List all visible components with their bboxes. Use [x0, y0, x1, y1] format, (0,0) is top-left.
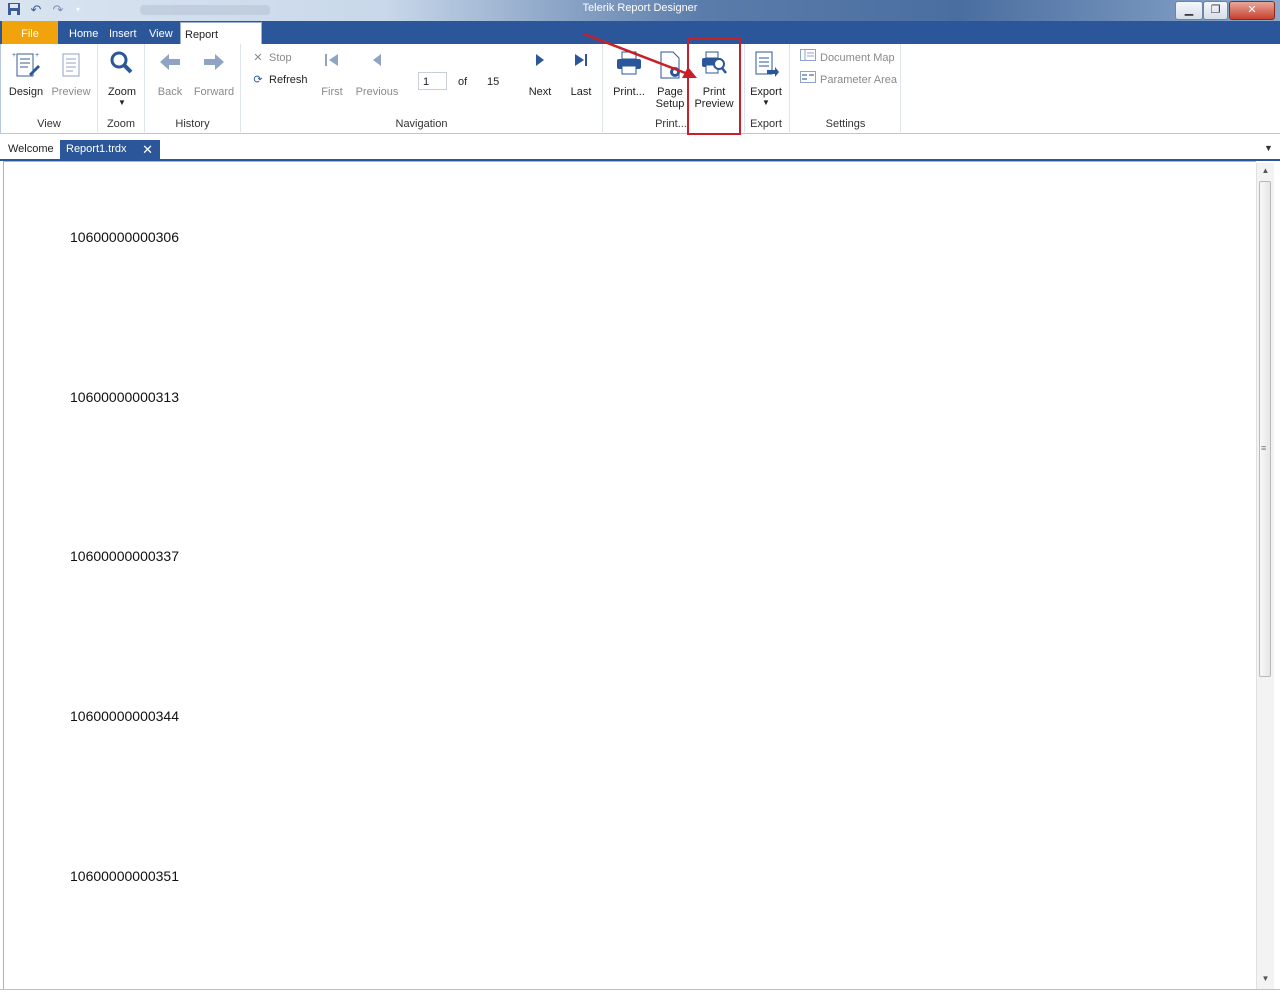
forward-label: Forward [193, 86, 235, 98]
group-label-export: Export [750, 118, 782, 130]
doc-tab-report1-label: Report1.trdx [66, 143, 127, 155]
report-row-value: 10600000000337 [70, 548, 180, 564]
page-of-label: of [458, 76, 468, 88]
preview-button[interactable]: Preview [50, 44, 92, 114]
document-map-button[interactable]: Document Map [800, 49, 895, 67]
report-row-value: 10600000000344 [70, 708, 180, 724]
arrow-left-icon [158, 50, 182, 77]
next-page-icon [533, 50, 547, 73]
tab-insert[interactable]: Insert [105, 21, 141, 44]
preview-label: Preview [51, 86, 91, 98]
magnifier-icon [109, 50, 135, 81]
window-title: Telerik Report Designer [582, 2, 698, 14]
restore-button[interactable]: ❐ [1203, 1, 1228, 20]
doc-tab-welcome[interactable]: Welcome [2, 140, 60, 159]
export-dropdown-icon: ▼ [762, 98, 770, 107]
forward-button[interactable]: Forward [192, 44, 236, 114]
svg-text:+: + [35, 52, 39, 59]
parameter-area-icon [800, 71, 816, 89]
minimize-button[interactable]: ▁ [1175, 1, 1203, 20]
stop-icon: ✕ [253, 52, 263, 64]
document-map-label: Document Map [820, 52, 895, 64]
refresh-icon: ⟳ [253, 74, 263, 86]
group-label-view: View [37, 118, 61, 130]
export-icon [753, 50, 779, 83]
arrow-right-icon [202, 50, 226, 77]
next-page-button[interactable]: Next [525, 44, 555, 114]
group-label-zoom: Zoom [106, 118, 136, 130]
doc-tab-report1[interactable]: Report1.trdx ✕ [60, 140, 160, 159]
scroll-up-icon[interactable]: ▲ [1257, 163, 1274, 179]
export-button[interactable]: Export ▼ [747, 44, 785, 114]
stop-button[interactable]: ✕ Stop [251, 49, 292, 67]
refresh-button[interactable]: ⟳ Refresh [251, 71, 308, 89]
stop-label: Stop [269, 52, 292, 64]
group-separator [900, 44, 901, 132]
back-label: Back [157, 86, 183, 98]
refresh-label: Refresh [269, 74, 308, 86]
preview-icon [58, 50, 84, 85]
previous-page-button[interactable]: Previous [353, 44, 401, 114]
thumb-grip-icon: ≡ [1261, 443, 1267, 453]
tab-home[interactable]: Home [65, 21, 102, 44]
document-tab-strip: Welcome Report1.trdx ✕ ▼ [0, 139, 1280, 160]
page-total: 15 [487, 76, 500, 88]
close-tab-icon[interactable]: ✕ [142, 140, 153, 159]
group-label-navigation: Navigation [395, 118, 448, 130]
scrollbar-thumb[interactable]: ≡ [1259, 181, 1271, 677]
back-button[interactable]: Back [151, 44, 189, 114]
group-label-settings: Settings [825, 118, 866, 130]
svg-text:+: + [12, 52, 16, 59]
document-map-icon [800, 49, 816, 67]
design-icon: + + [11, 50, 41, 85]
zoom-button[interactable]: Zoom ▼ [102, 44, 142, 114]
report-preview-area[interactable]: 10600000000306 10600000000313 1060000000… [3, 161, 1256, 990]
tab-file[interactable]: File [2, 21, 58, 44]
close-button[interactable]: ✕ [1229, 1, 1275, 20]
group-label-history: History [175, 118, 210, 130]
tab-list-dropdown-icon[interactable]: ▼ [1264, 143, 1273, 153]
previous-page-icon [370, 50, 384, 73]
scroll-down-icon[interactable]: ▼ [1257, 971, 1274, 987]
parameter-area-label: Parameter Area [820, 74, 898, 86]
first-page-icon [323, 50, 341, 73]
first-label: First [321, 86, 343, 98]
report-row-value: 10600000000313 [70, 389, 180, 405]
tab-report-preview[interactable]: Report Preview [180, 22, 262, 65]
next-label: Next [528, 86, 552, 98]
zoom-dropdown-icon: ▼ [118, 98, 126, 107]
annotation-arrow-icon [583, 32, 697, 78]
parameter-area-button[interactable]: Parameter Area [800, 71, 897, 89]
report-row-value: 10600000000306 [70, 229, 180, 245]
design-label: Design [8, 86, 44, 98]
tab-view[interactable]: View [145, 21, 177, 44]
previous-label: Previous [355, 86, 399, 98]
current-page-input[interactable]: 1 [418, 72, 447, 90]
design-button[interactable]: + + Design [6, 44, 46, 114]
title-bar: ↶ ↷ ▾ Telerik Report Designer ▁ ❐ ✕ [0, 0, 1280, 21]
export-label: Export [750, 86, 782, 98]
report-row-value: 10600000000351 [70, 868, 180, 884]
vertical-scrollbar[interactable]: ▲ ≡ ▼ [1256, 163, 1274, 989]
zoom-label: Zoom [107, 86, 137, 98]
window-bottom-edge [0, 989, 1280, 995]
first-page-button[interactable]: First [316, 44, 348, 114]
